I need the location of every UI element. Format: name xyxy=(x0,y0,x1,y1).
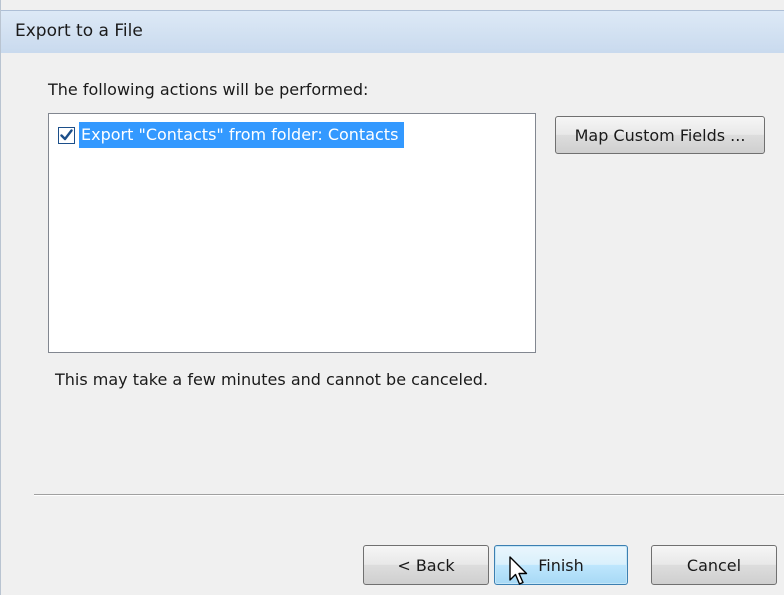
warning-note: This may take a few minutes and cannot b… xyxy=(55,370,489,389)
instruction-label: The following actions will be performed: xyxy=(48,80,369,99)
arrow-cursor-icon xyxy=(509,556,528,585)
footer-separator xyxy=(34,494,784,496)
map-custom-fields-button[interactable]: Map Custom Fields ... xyxy=(555,116,765,154)
action-list-item[interactable]: Export "Contacts" from folder: Contacts xyxy=(58,122,405,148)
dialog-title: Export to a File xyxy=(15,21,143,41)
actions-listbox[interactable]: Export "Contacts" from folder: Contacts xyxy=(48,113,536,353)
action-label: Export "Contacts" from folder: Contacts xyxy=(79,122,405,148)
export-dialog: Export to a File The following actions w… xyxy=(0,0,784,595)
cancel-button[interactable]: Cancel xyxy=(651,545,777,585)
back-button[interactable]: < Back xyxy=(363,545,489,585)
title-bar: Export to a File xyxy=(1,10,784,54)
checkbox-checked-icon[interactable] xyxy=(58,126,75,144)
